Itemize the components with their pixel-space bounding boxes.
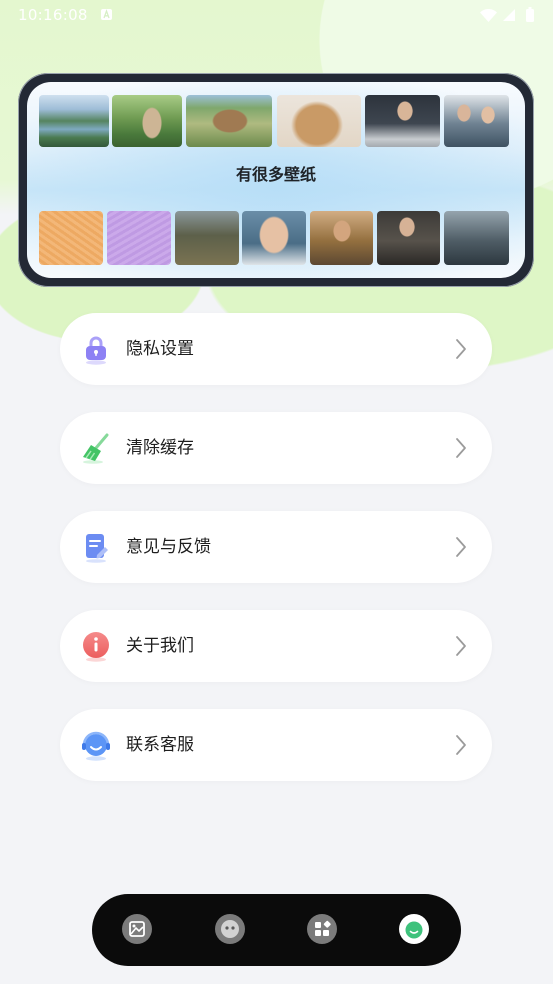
nav-tab-profile[interactable] xyxy=(399,914,429,944)
chevron-right-icon xyxy=(456,735,466,755)
feedback-icon xyxy=(86,534,108,563)
wallpaper-thumbnail xyxy=(242,211,306,265)
wallpaper-thumbnail xyxy=(107,211,171,265)
menu-item-privacy-settings[interactable]: 隐私设置 xyxy=(60,313,492,385)
wallpaper-thumbnail xyxy=(186,95,272,147)
menu-item-feedback[interactable]: 意见与反馈 xyxy=(60,511,492,583)
widgets-icon xyxy=(307,914,337,944)
menu-item-customer-service[interactable]: 联系客服 xyxy=(60,709,492,781)
menu-item-label: 隐私设置 xyxy=(126,339,194,359)
wallpaper-thumbnail xyxy=(39,95,109,147)
lock-icon xyxy=(86,336,106,365)
banner-title: 有很多壁纸 xyxy=(235,165,316,184)
notification-icon xyxy=(101,9,112,20)
wifi-icon xyxy=(480,9,497,22)
profile-icon xyxy=(399,914,429,944)
chevron-right-icon xyxy=(456,438,466,458)
settings-menu: 隐私设置 清除缓存 意见与反馈 关于我们 联系客服 xyxy=(60,313,492,781)
signal-icon xyxy=(503,9,515,21)
avatar-icon xyxy=(215,914,245,944)
wallpaper-thumbnail xyxy=(365,95,440,147)
wallpaper-thumbnail xyxy=(377,211,440,265)
menu-item-about-us[interactable]: 关于我们 xyxy=(60,610,492,682)
wallpaper-thumbnail xyxy=(444,95,509,147)
menu-item-label: 关于我们 xyxy=(126,636,194,656)
wallpaper-thumbnail xyxy=(175,211,239,265)
wallpaper-thumbnail xyxy=(310,211,373,265)
chevron-right-icon xyxy=(456,636,466,656)
status-bar: 10:16:08 xyxy=(0,0,553,30)
bottom-nav xyxy=(92,894,461,966)
menu-item-label: 联系客服 xyxy=(126,735,194,755)
chevron-right-icon xyxy=(456,339,466,359)
menu-item-label: 意见与反馈 xyxy=(126,537,211,557)
nav-tab-widgets[interactable] xyxy=(307,914,337,944)
battery-icon xyxy=(526,7,534,22)
chevron-right-icon xyxy=(456,537,466,557)
menu-item-clear-cache[interactable]: 清除缓存 xyxy=(60,412,492,484)
broom-icon xyxy=(83,433,109,464)
menu-item-label: 清除缓存 xyxy=(126,438,194,458)
status-time: 10:16:08 xyxy=(18,6,88,24)
wallpaper-icon xyxy=(122,914,152,944)
info-icon xyxy=(83,632,109,662)
nav-tab-wallpaper[interactable] xyxy=(122,914,152,944)
wallpaper-thumbnail xyxy=(39,211,103,265)
wallpaper-thumbnail xyxy=(112,95,182,147)
banner-screen: 有很多壁纸 xyxy=(27,82,525,278)
wallpaper-banner[interactable]: 有很多壁纸 xyxy=(18,73,534,287)
wallpaper-thumbnail xyxy=(277,95,361,147)
customer-service-icon xyxy=(82,731,110,761)
nav-tab-avatar[interactable] xyxy=(215,914,245,944)
wallpaper-thumbnail xyxy=(444,211,509,265)
